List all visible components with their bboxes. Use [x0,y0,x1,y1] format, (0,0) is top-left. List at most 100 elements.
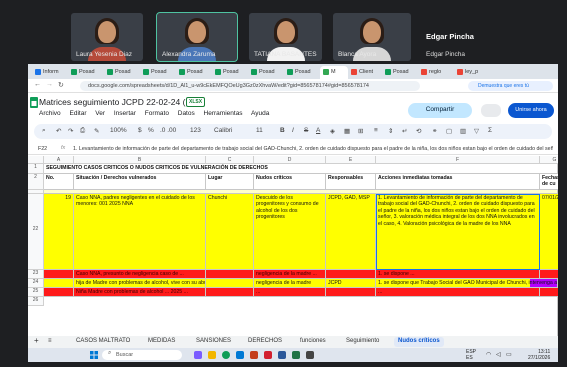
table-cell[interactable]: Caso NNA, presunto de negligencia caso d… [74,270,206,279]
header-cell[interactable]: Responsables [326,174,376,190]
header-cell[interactable]: Lugar [206,174,254,190]
header-cell[interactable]: Situación / Derechos vulnerados [74,174,206,190]
browser-tab[interactable]: Posad [140,66,176,79]
row-header[interactable]: 25 [28,288,44,297]
meet-icon[interactable] [481,104,501,117]
share-button[interactable]: Compartir [408,103,472,118]
spreadsheet-grid[interactable]: A B C D E F G 1 SEGUIMIENTO CASOS CRITIC… [28,156,558,336]
excel-icon[interactable] [292,351,300,359]
table-cell[interactable]: 07/01/2025 [540,194,558,270]
taskview-icon[interactable] [194,351,202,359]
browser-tab[interactable]: Inform [32,66,68,79]
search-icon[interactable]: ⌕ [42,127,46,135]
paint-format-icon[interactable]: ✎ [94,127,99,135]
table-cell[interactable]: hija de Madre con problemas de alcohol, … [74,279,206,288]
header-cell[interactable]: Fechas de cu [540,174,558,190]
tab-derechos[interactable]: DERECHOS [248,338,282,344]
row-header[interactable]: 23 [28,270,44,279]
percent-button[interactable]: % [148,127,154,134]
browser-tab[interactable]: Client [348,66,382,79]
table-cell[interactable] [326,288,376,297]
font-size-input[interactable]: 11 [256,127,263,134]
table-cell[interactable]: Caso NNA, padres negligentes en el cuida… [74,194,206,270]
table-cell[interactable]: ... [376,288,540,297]
table-cell[interactable] [326,270,376,279]
menu-herramientas[interactable]: Herramientas [204,110,243,117]
table-cell[interactable] [44,270,74,279]
table-cell[interactable]: Niña Madre con problemas de alcohol ... … [74,288,206,297]
file-explorer-icon[interactable] [208,351,216,359]
pdf-icon[interactable] [264,351,272,359]
taskbar-search-input[interactable]: Buscar [102,350,182,360]
tab-funciones[interactable]: funciones [300,338,326,344]
column-header[interactable]: D [254,156,326,164]
menu-formato[interactable]: Formato [145,110,169,117]
table-cell[interactable] [44,279,74,288]
comment-icon[interactable]: ▢ [446,127,452,135]
join-button[interactable]: Unirse ahora [508,103,554,118]
browser-tab[interactable]: Posad [68,66,104,79]
browser-tab[interactable]: Posad [284,66,320,79]
table-cell[interactable]: Chunchi [206,194,254,270]
column-header[interactable]: G [540,156,558,164]
battery-icon[interactable]: ▭ [506,351,512,358]
tab-casos-maltrato[interactable]: CASOS MALTRATO [76,338,130,344]
browser-tab[interactable]: reglo [418,66,454,79]
zoom-select[interactable]: 100% [110,127,127,134]
edge-icon[interactable] [236,351,244,359]
selected-cell[interactable]: 1. Levantamiento de información de parte… [376,194,540,270]
row-header[interactable]: 24 [28,279,44,288]
formula-input[interactable]: 1. Levantamiento de información de parte… [73,146,553,152]
wrap-icon[interactable]: ↵ [402,127,407,135]
forward-icon[interactable]: → [46,81,53,88]
redo-icon[interactable]: ↷ [68,127,73,135]
participant-tile[interactable]: Laura Yesenia Diaz [71,13,143,61]
menu-ver[interactable]: Ver [95,110,105,117]
row-header[interactable]: 22 [28,194,44,270]
undo-icon[interactable]: ↶ [56,127,61,135]
browser-tab[interactable]: Posad [248,66,284,79]
cell-reference[interactable]: F22 [38,146,47,152]
bold-icon[interactable]: B [280,127,285,134]
camera-icon[interactable] [306,351,314,359]
column-header[interactable]: F [376,156,540,164]
table-cell[interactable] [206,270,254,279]
link-icon[interactable]: ⚭ [432,127,437,135]
header-cell[interactable]: Acciones inmediatas tomadas [376,174,540,190]
column-header[interactable]: E [326,156,376,164]
document-title[interactable]: Matrices seguimiento JCPD 22-02-24 (1) [39,97,193,107]
windows-start-icon[interactable] [90,351,98,359]
chrome-icon[interactable] [222,351,230,359]
menu-insertar[interactable]: Insertar [114,110,136,117]
font-select[interactable]: Calibri [214,127,232,134]
column-header[interactable]: C [206,156,254,164]
browser-tab-active[interactable]: M [320,66,348,79]
corner-cell[interactable] [28,156,44,164]
italic-icon[interactable]: I [292,127,294,134]
table-cell[interactable]: 19 [44,194,74,270]
table-cell[interactable]: Descuido de los progenitores y consumo d… [254,194,326,270]
participant-tile[interactable]: Alexandra Zaruma [156,12,238,62]
tab-nudos-criticos[interactable]: Nudos críticos [394,337,444,347]
borders-icon[interactable]: ▦ [344,127,350,135]
participant-tile[interactable]: TATIANA BASANTES [249,13,322,61]
banner-cell[interactable]: SEGUIMIENTO CASOS CRITICOS O NUDOS CRITI… [44,164,558,174]
table-cell[interactable] [206,279,254,288]
table-cell[interactable]: negligencia de la madre [254,279,326,288]
align-icon[interactable]: ≡ [374,127,378,134]
browser-tab[interactable]: Posad [212,66,248,79]
tab-sansiones[interactable]: SANSIONES [196,338,231,344]
menu-archivo[interactable]: Archivo [39,110,61,117]
functions-icon[interactable]: Σ [488,127,492,134]
header-cell[interactable]: Nudos críticos [254,174,326,190]
back-icon[interactable]: ← [34,81,41,88]
all-sheets-button[interactable]: ≡ [48,338,52,344]
table-row[interactable] [44,297,558,336]
tab-medidas[interactable]: MEDIDAS [148,338,175,344]
reload-icon[interactable]: ↻ [58,81,64,89]
tab-seguimiento[interactable]: Seguimiento [346,338,379,344]
currency-button[interactable]: $ [138,127,142,134]
rotate-icon[interactable]: ⟲ [416,127,421,135]
table-cell[interactable] [540,270,558,279]
header-cell[interactable]: No. [44,174,74,190]
